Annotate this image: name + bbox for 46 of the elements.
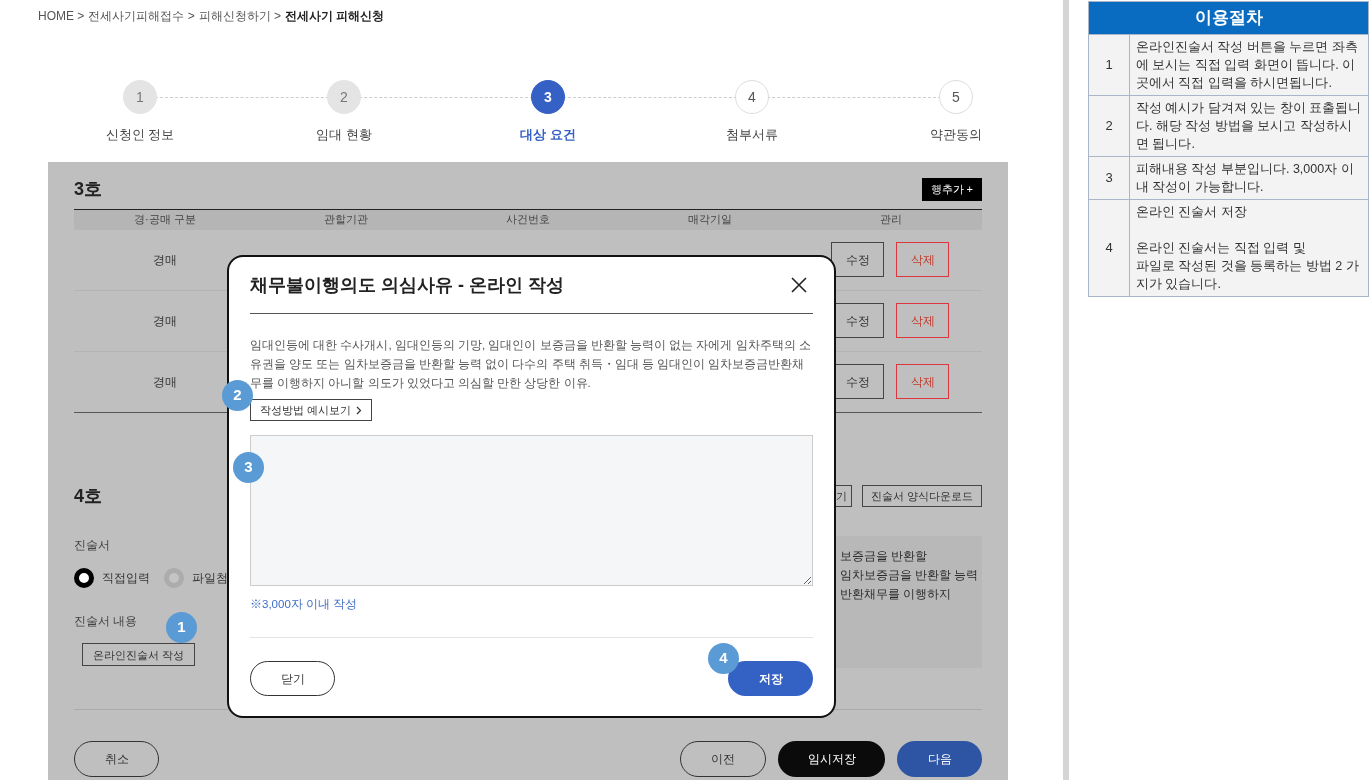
column-header: 관할기관 [323,212,370,228]
character-limit-note: ※3,000자 이내 작성 [250,597,359,612]
section-title: 4호 [74,484,102,508]
modal-title: 채무불이행의도 의심사유 - 온라인 작성 [250,273,564,297]
step-description: 온라인진술서 작성 버튼을 누르면 좌측에 보시는 직접 입력 화면이 뜹니다. 이 곳에서 직접 입력을 하시면됩니다. [1135,39,1359,92]
guide-title: 이용절차 [1089,2,1368,34]
preview-text: 임차보증금을 반환할 능력 [840,567,980,583]
step-label[interactable]: 첨부서류 [726,125,778,145]
form-button[interactable]: 진술서 양식다운로드 [861,485,982,507]
step-description: 피해내용 작성 부분입니다. 3,000자 이내 작성이 가능합니다. [1135,161,1355,196]
field-label: 진술서 내용 [74,612,138,630]
radio-button[interactable] [164,567,184,588]
breadcrumb-link[interactable]: 전세사기 피해신청 [285,7,385,25]
example-button[interactable]: 작성방법 예시보기 [250,399,373,421]
radio-label: 파일첨 [192,569,228,587]
column-header: 매각기일 [686,212,733,228]
preview-text: 반환채무를 이행하지 [840,587,953,602]
column-header: 사건번호 [505,212,551,228]
step-label[interactable]: 임대 현황 [316,125,372,145]
table-cell-text: 경매 [151,373,178,391]
step-label[interactable]: 약관동의 [930,125,982,145]
write-statement-button[interactable]: 온라인진술서 작성 [82,643,196,667]
chevron-right-icon [356,405,363,415]
step-label[interactable]: 신청인 정보 [105,125,175,145]
column-header: 경·공매 구분 [132,212,197,228]
radio-button[interactable] [74,567,94,588]
close-icon[interactable] [791,277,807,293]
breadcrumb-link[interactable]: HOME > [38,7,85,25]
table-cell-text: 경매 [151,251,178,269]
column-header: 관리 [879,212,904,228]
section-title: 3호 [74,178,102,201]
next-button[interactable]: 다음 [897,740,982,777]
step-description: 온라인 진술서 저장 온라인 진술서는 직접 입력 및 파일로 작성된 것을 등록하는 방법 2 가지가 있습니다. [1135,204,1360,293]
radio-label: 직접입력 [102,569,150,587]
preview-text: 보증금을 반환할 [840,548,929,564]
field-label: 진술서 [74,536,110,554]
save-button[interactable]: 저장 [728,661,813,697]
table-cell-text: 경매 [151,312,178,330]
modal-description: 임대인등에 대한 수사개시, 임대인등의 기망, 임대인이 보증금을 반환할 능력이 없는 자에게 임차주택의 소유권을 양도 또는 임차보증금을 반환할 능력 없이 다수의 주택 취득・임대 등 임대인이 임차보증금반환채무를 이행하지 아니할 의도가 있었다고 의심할 만한 상당한 이유. [250,338,812,391]
breadcrumb-link[interactable]: 전세사기피해접수 > [88,7,195,25]
add-row-button[interactable]: 행추가 + [921,178,982,201]
step-description: 작성 예시가 담겨져 있는 창이 표출됩니다. 해당 작성 방법을 보시고 작성하시면 됩니다. [1135,100,1363,153]
step-label[interactable]: 대상 요건 [520,125,576,145]
temporary-save-button[interactable]: 임시저장 [778,740,885,777]
breadcrumb-link[interactable]: 피해신청하기 > [198,7,282,25]
step-number: 4 [1089,200,1130,296]
